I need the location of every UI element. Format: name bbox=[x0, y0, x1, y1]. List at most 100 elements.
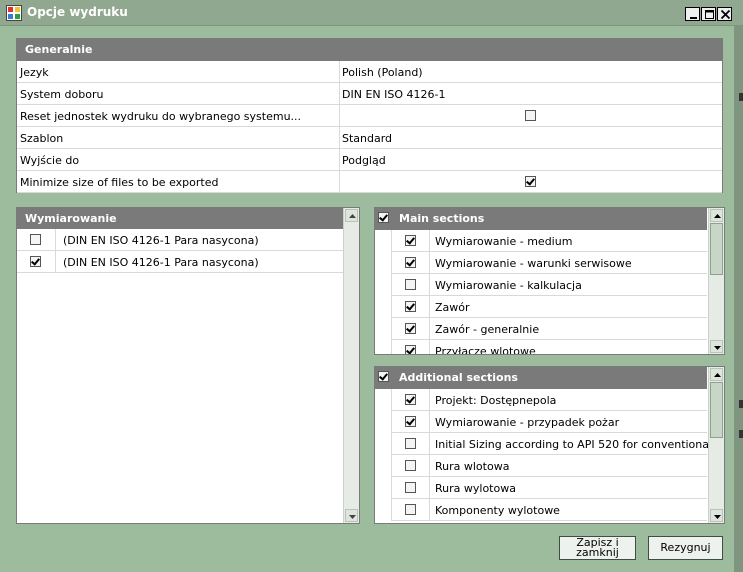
scroll-thumb[interactable] bbox=[710, 223, 723, 275]
list-item[interactable]: Wymiarowanie - warunki serwisowe bbox=[375, 252, 707, 274]
list-item[interactable]: Projekt: Dostępnepola bbox=[375, 389, 707, 411]
section-checkbox[interactable] bbox=[405, 482, 416, 493]
list-item[interactable]: Wymiarowanie - przypadek pożar bbox=[375, 411, 707, 433]
property-name: Reset jednostek wydruku do wybranego sys… bbox=[20, 110, 302, 123]
section-checkbox[interactable] bbox=[405, 504, 416, 515]
main-sections-header: Main sections bbox=[375, 208, 707, 230]
column-divider bbox=[429, 230, 430, 252]
row-selector[interactable] bbox=[375, 252, 392, 274]
section-checkbox[interactable] bbox=[405, 279, 416, 290]
column-divider bbox=[429, 252, 430, 274]
main-sections-panel: Main sections Wymiarowanie - medium Wymi… bbox=[374, 207, 725, 355]
scroll-down-button[interactable] bbox=[710, 509, 723, 522]
list-item[interactable]: Zawór - generalnie bbox=[375, 318, 707, 340]
column-divider bbox=[429, 340, 430, 354]
sizing-item-checkbox[interactable] bbox=[30, 256, 41, 267]
property-value-sizing-system[interactable]: DIN EN ISO 4126-1 bbox=[342, 88, 445, 101]
sizing-scrollbar[interactable] bbox=[343, 208, 359, 523]
list-item[interactable]: Initial Sizing according to API 520 for … bbox=[375, 433, 723, 455]
list-item[interactable]: Zawór bbox=[375, 296, 707, 318]
section-checkbox[interactable] bbox=[405, 257, 416, 268]
section-checkbox[interactable] bbox=[405, 323, 416, 334]
row-selector[interactable] bbox=[375, 230, 392, 252]
save-close-button[interactable]: Zapisz i zamknij bbox=[559, 536, 636, 560]
edge-mark bbox=[739, 93, 743, 101]
column-divider bbox=[429, 477, 430, 499]
row-selector[interactable] bbox=[375, 499, 392, 521]
property-row-output[interactable]: Wyjście do Podgląd bbox=[17, 149, 722, 171]
maximize-button[interactable] bbox=[701, 7, 716, 21]
list-item[interactable]: Rura wylotowa bbox=[375, 477, 707, 499]
column-divider bbox=[429, 389, 430, 411]
property-row-template[interactable]: Szablon Standard bbox=[17, 127, 722, 149]
column-divider bbox=[429, 296, 430, 318]
main-sections-select-all-checkbox[interactable] bbox=[378, 212, 389, 223]
column-divider bbox=[429, 274, 430, 296]
section-checkbox[interactable] bbox=[405, 416, 416, 427]
section-label: Rura wlotowa bbox=[435, 460, 510, 473]
section-checkbox[interactable] bbox=[405, 235, 416, 246]
reset-units-checkbox[interactable] bbox=[525, 110, 536, 121]
list-item[interactable]: Rura wlotowa bbox=[375, 455, 707, 477]
cancel-button[interactable]: Rezygnuj bbox=[648, 536, 723, 560]
close-button[interactable] bbox=[717, 7, 732, 21]
chevron-down-icon bbox=[714, 515, 721, 519]
row-selector[interactable] bbox=[375, 433, 392, 455]
column-divider bbox=[429, 318, 430, 340]
scroll-down-button[interactable] bbox=[345, 509, 358, 522]
list-item[interactable]: (DIN EN ISO 4126-1 Para nasycona) bbox=[17, 251, 343, 273]
property-value-language[interactable]: Polish (Poland) bbox=[342, 66, 423, 79]
cancel-label: Rezygnuj bbox=[660, 541, 711, 554]
row-selector[interactable] bbox=[375, 477, 392, 499]
row-selector[interactable] bbox=[375, 389, 392, 411]
section-checkbox[interactable] bbox=[405, 460, 416, 471]
main-sections-scrollbar[interactable] bbox=[708, 208, 724, 354]
list-item[interactable]: Wymiarowanie - medium bbox=[375, 230, 707, 252]
section-checkbox[interactable] bbox=[405, 345, 416, 354]
property-value-template[interactable]: Standard bbox=[342, 132, 392, 145]
property-name: Szablon bbox=[20, 132, 64, 145]
minimize-size-checkbox[interactable] bbox=[525, 176, 536, 187]
row-selector[interactable] bbox=[375, 411, 392, 433]
sizing-item-label: (DIN EN ISO 4126-1 Para nasycona) bbox=[63, 234, 259, 247]
section-checkbox[interactable] bbox=[405, 394, 416, 405]
list-item[interactable]: Wymiarowanie - kalkulacja bbox=[375, 274, 707, 296]
property-row-sizing-system[interactable]: System doboru DIN EN ISO 4126-1 bbox=[17, 83, 722, 105]
row-selector[interactable] bbox=[375, 455, 392, 477]
row-selector[interactable] bbox=[375, 274, 392, 296]
close-icon bbox=[720, 9, 731, 20]
edge-mark bbox=[739, 430, 743, 438]
scroll-thumb[interactable] bbox=[710, 382, 723, 438]
additional-sections-scrollbar[interactable] bbox=[708, 367, 724, 523]
section-label: Initial Sizing according to API 520 for … bbox=[435, 438, 723, 451]
sizing-item-checkbox[interactable] bbox=[30, 234, 41, 245]
section-label: Projekt: Dostępnepola bbox=[435, 394, 557, 407]
row-selector[interactable] bbox=[375, 296, 392, 318]
general-properties-grid: Generalnie Jezyk Polish (Poland) System … bbox=[16, 38, 723, 193]
section-checkbox[interactable] bbox=[405, 301, 416, 312]
chevron-down-icon bbox=[349, 515, 356, 519]
minimize-button[interactable] bbox=[685, 7, 700, 21]
scroll-up-button[interactable] bbox=[710, 209, 723, 222]
scroll-down-button[interactable] bbox=[710, 340, 723, 353]
section-label: Wymiarowanie - przypadek pożar bbox=[435, 416, 620, 429]
column-divider bbox=[55, 229, 56, 251]
scroll-up-button[interactable] bbox=[710, 368, 723, 381]
section-label: Wymiarowanie - kalkulacja bbox=[435, 279, 582, 292]
list-item[interactable]: (DIN EN ISO 4126-1 Para nasycona) bbox=[17, 229, 343, 251]
property-value-output[interactable]: Podgląd bbox=[342, 154, 386, 167]
property-name: Minimize size of files to be exported bbox=[20, 176, 219, 189]
row-selector[interactable] bbox=[375, 340, 392, 354]
scroll-up-button[interactable] bbox=[345, 209, 358, 222]
additional-sections-select-all-checkbox[interactable] bbox=[378, 371, 389, 382]
list-item[interactable]: Komponenty wylotowe bbox=[375, 499, 707, 521]
column-divider bbox=[429, 499, 430, 521]
row-selector[interactable] bbox=[375, 318, 392, 340]
property-row-minimize-size[interactable]: Minimize size of files to be exported bbox=[17, 171, 722, 193]
maximize-icon bbox=[705, 10, 714, 19]
section-checkbox[interactable] bbox=[405, 438, 416, 449]
list-item[interactable]: Przyłacze wlotowe bbox=[375, 340, 707, 354]
property-row-reset-units[interactable]: Reset jednostek wydruku do wybranego sys… bbox=[17, 105, 722, 127]
property-row-language[interactable]: Jezyk Polish (Poland) bbox=[17, 61, 722, 83]
column-divider bbox=[339, 61, 340, 83]
